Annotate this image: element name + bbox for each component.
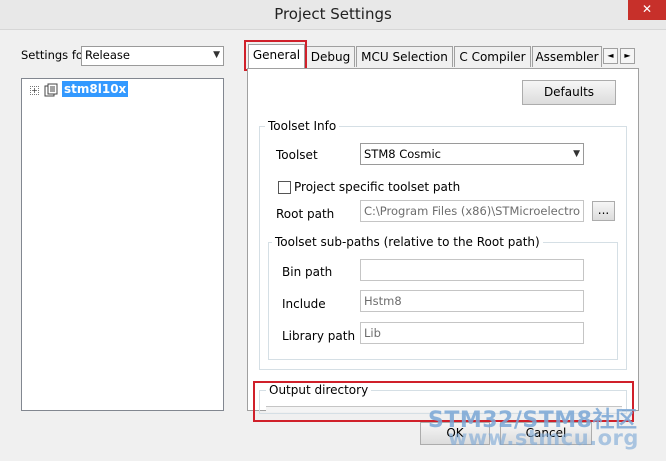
general-tab-highlight — [244, 40, 307, 71]
project-specific-checkbox[interactable] — [278, 181, 291, 194]
tab-mcu-selection[interactable]: MCU Selection — [356, 46, 453, 67]
subpaths-title: Toolset sub-paths (relative to the Root … — [272, 235, 543, 249]
close-icon: ✕ — [641, 2, 653, 16]
toolset-value: STM8 Cosmic — [364, 147, 441, 161]
library-path-input[interactable]: Lib — [360, 322, 584, 344]
bin-path-input[interactable] — [360, 259, 584, 281]
watermark-url: www.stmcu.org — [448, 426, 639, 450]
settings-for-select[interactable]: Release ▼ — [81, 46, 224, 66]
chevron-down-icon: ▼ — [213, 50, 220, 60]
toolset-select[interactable]: STM8 Cosmic ▼ — [360, 143, 584, 165]
defaults-button[interactable]: Defaults — [522, 80, 616, 105]
bin-path-label: Bin path — [282, 265, 333, 279]
tree-node-stm8l10x[interactable]: stm8l10x — [62, 81, 129, 97]
tab-scroll-right-icon[interactable]: ► — [620, 48, 635, 64]
include-input[interactable]: Hstm8 — [360, 290, 584, 312]
tab-scroll-left-icon[interactable]: ◄ — [603, 48, 618, 64]
browse-button[interactable]: ... — [592, 201, 615, 221]
root-path-input[interactable]: C:\Program Files (x86)\STMicroelectro — [360, 200, 584, 222]
project-specific-label: Project specific toolset path — [294, 180, 461, 194]
library-path-label: Library path — [282, 329, 356, 343]
include-label: Include — [282, 297, 326, 311]
tab-c-compiler[interactable]: C Compiler — [454, 46, 531, 67]
toolset-label: Toolset — [276, 148, 318, 162]
project-icon — [44, 83, 58, 97]
toolset-info-title: Toolset Info — [265, 119, 340, 133]
root-path-label: Root path — [276, 207, 335, 221]
settings-for-value: Release — [85, 48, 130, 62]
close-button[interactable]: ✕ — [628, 0, 666, 20]
tab-debug[interactable]: Debug — [306, 46, 355, 67]
expand-icon[interactable]: + — [30, 86, 39, 95]
window-title: Project Settings — [274, 5, 392, 23]
project-tree[interactable]: + stm8l10x — [21, 78, 224, 411]
chevron-down-icon: ▼ — [573, 149, 580, 159]
tab-assembler[interactable]: Assembler — [532, 46, 602, 67]
